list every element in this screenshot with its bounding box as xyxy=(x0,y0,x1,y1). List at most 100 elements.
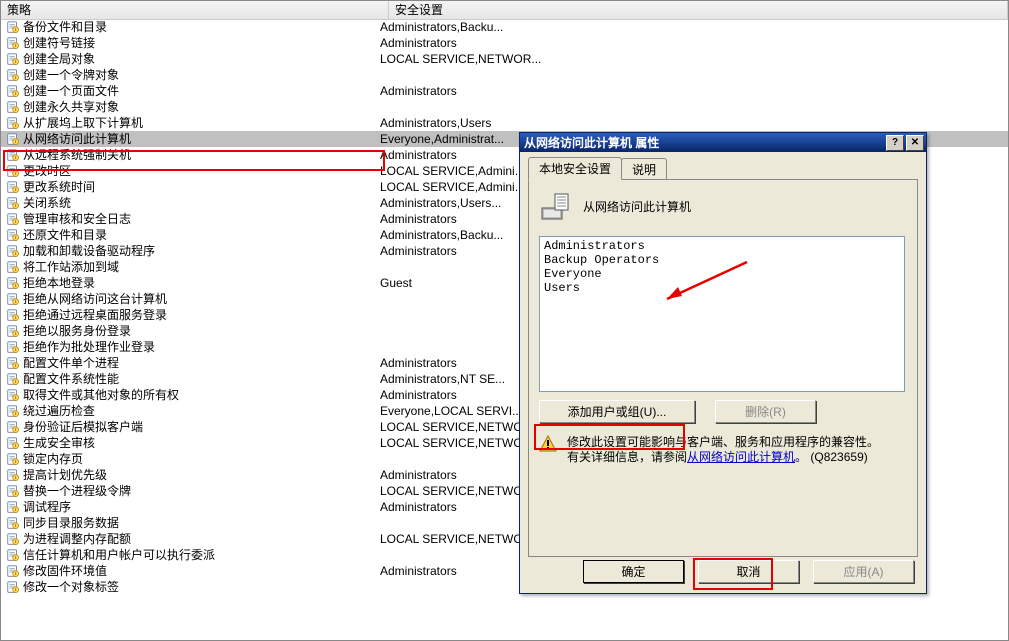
policy-cell: 更改时区 xyxy=(5,163,380,179)
policy-row[interactable]: 创建一个页面文件 Administrators xyxy=(1,83,1008,99)
policy-item-icon xyxy=(5,163,21,179)
add-user-group-button[interactable]: 添加用户或组(U)... xyxy=(539,400,695,423)
member-item[interactable]: Backup Operators xyxy=(544,253,900,267)
tab-local-security[interactable]: 本地安全设置 xyxy=(528,157,622,180)
policy-cell: 身份验证后模拟客户端 xyxy=(5,419,380,435)
policy-cell: 从远程系统强制关机 xyxy=(5,147,380,163)
header-policy[interactable]: 策略 xyxy=(1,1,389,19)
policy-item-icon xyxy=(5,227,21,243)
tab-explain[interactable]: 说明 xyxy=(621,158,667,180)
policy-item-icon xyxy=(5,467,21,483)
policy-cell: 创建永久共享对象 xyxy=(5,99,380,115)
policy-name: 调试程序 xyxy=(23,499,71,515)
policy-name: 拒绝通过远程桌面服务登录 xyxy=(23,307,167,323)
policy-name: 修改一个对象标签 xyxy=(23,579,119,595)
member-item[interactable]: Everyone xyxy=(544,267,900,281)
policy-cell: 为进程调整内存配额 xyxy=(5,531,380,547)
policy-cell: 创建一个令牌对象 xyxy=(5,67,380,83)
policy-cell: 拒绝以服务身份登录 xyxy=(5,323,380,339)
policy-item-icon xyxy=(5,275,21,291)
policy-item-icon xyxy=(5,131,21,147)
dialog-body: 本地安全设置 说明 从网络访问此计算机 Admin xyxy=(520,152,926,593)
member-buttons: 添加用户或组(U)... 删除(R) xyxy=(539,400,907,423)
ok-button[interactable]: 确定 xyxy=(583,560,684,583)
policy-name: 管理审核和安全日志 xyxy=(23,211,131,227)
policy-name: 关闭系统 xyxy=(23,195,71,211)
policy-cell: 调试程序 xyxy=(5,499,380,515)
compat-warning: 修改此设置可能影响与客户端、服务和应用程序的兼容性。 有关详细信息，请参阅从网络… xyxy=(539,435,907,465)
policy-item-icon xyxy=(5,371,21,387)
policy-name: 创建一个页面文件 xyxy=(23,83,119,99)
policy-item-icon xyxy=(5,67,21,83)
policy-cell: 创建全局对象 xyxy=(5,51,380,67)
policy-item-icon xyxy=(5,307,21,323)
security-cell: Administrators,Users xyxy=(380,115,1008,131)
warning-link[interactable]: 从网络访问此计算机 xyxy=(687,450,795,464)
dialog-title: 从网络访问此计算机 属性 xyxy=(524,134,884,151)
policy-row[interactable]: 创建一个令牌对象 xyxy=(1,67,1008,83)
policy-cell: 生成安全审核 xyxy=(5,435,380,451)
policy-name: 加载和卸载设备驱动程序 xyxy=(23,243,155,259)
policy-item-icon xyxy=(5,355,21,371)
policy-cell: 拒绝作为批处理作业登录 xyxy=(5,339,380,355)
policy-item-icon xyxy=(5,499,21,515)
policy-item-icon xyxy=(5,323,21,339)
policy-cell: 配置文件系统性能 xyxy=(5,371,380,387)
policy-name: 锁定内存页 xyxy=(23,451,83,467)
policy-item-icon xyxy=(5,435,21,451)
security-cell: Administrators xyxy=(380,83,1008,99)
policy-cell: 创建一个页面文件 xyxy=(5,83,380,99)
policy-name: 取得文件或其他对象的所有权 xyxy=(23,387,179,403)
policy-item-icon xyxy=(5,35,21,51)
policy-row[interactable]: 从扩展坞上取下计算机Administrators,Users xyxy=(1,115,1008,131)
policy-cell: 取得文件或其他对象的所有权 xyxy=(5,387,380,403)
member-item[interactable]: Users xyxy=(544,281,900,295)
policy-item-icon xyxy=(5,51,21,67)
close-button[interactable]: ✕ xyxy=(906,135,924,151)
policy-cell: 提高计划优先级 xyxy=(5,467,380,483)
policy-cell: 备份文件和目录 xyxy=(5,19,380,35)
policy-name: 拒绝以服务身份登录 xyxy=(23,323,131,339)
help-button[interactable]: ? xyxy=(886,135,904,151)
policy-name: 从网络访问此计算机 xyxy=(23,131,131,147)
policy-cell: 拒绝从网络访问这台计算机 xyxy=(5,291,380,307)
policy-name: 创建符号链接 xyxy=(23,35,95,51)
policy-name: 身份验证后模拟客户端 xyxy=(23,419,143,435)
policy-cell: 创建符号链接 xyxy=(5,35,380,51)
remove-button[interactable]: 删除(R) xyxy=(715,400,816,423)
tab-panel: 从网络访问此计算机 AdministratorsBackup Operators… xyxy=(528,179,918,557)
policy-item-icon xyxy=(5,99,21,115)
apply-button[interactable]: 应用(A) xyxy=(813,560,914,583)
policy-cell: 拒绝通过远程桌面服务登录 xyxy=(5,307,380,323)
cancel-button[interactable]: 取消 xyxy=(698,560,799,583)
policy-name: 提高计划优先级 xyxy=(23,467,107,483)
policy-item-icon xyxy=(5,339,21,355)
policy-row[interactable]: 创建全局对象 LOCAL SERVICE,NETWOR... xyxy=(1,51,1008,67)
policy-name: 创建全局对象 xyxy=(23,51,95,67)
policy-name: 更改系统时间 xyxy=(23,179,95,195)
warning-text: 修改此设置可能影响与客户端、服务和应用程序的兼容性。 有关详细信息，请参阅从网络… xyxy=(567,435,879,465)
policy-name: 为进程调整内存配额 xyxy=(23,531,131,547)
policy-name: 拒绝作为批处理作业登录 xyxy=(23,339,155,355)
properties-dialog: 从网络访问此计算机 属性 ? ✕ 本地安全设置 说明 xyxy=(519,132,927,594)
policy-item-icon xyxy=(5,451,21,467)
member-item[interactable]: Administrators xyxy=(544,239,900,253)
policy-item-icon xyxy=(5,83,21,99)
policy-cell: 锁定内存页 xyxy=(5,451,380,467)
policy-item-icon xyxy=(5,243,21,259)
policy-item-icon xyxy=(5,211,21,227)
policy-item-icon xyxy=(5,563,21,579)
dialog-titlebar[interactable]: 从网络访问此计算机 属性 ? ✕ xyxy=(520,133,926,152)
policy-row[interactable]: 创建符号链接 Administrators xyxy=(1,35,1008,51)
security-cell: LOCAL SERVICE,NETWOR... xyxy=(380,51,1008,67)
members-listbox[interactable]: AdministratorsBackup OperatorsEveryoneUs… xyxy=(539,236,905,392)
tabs: 本地安全设置 说明 xyxy=(528,158,918,179)
security-cell: Administrators xyxy=(380,35,1008,51)
policy-row[interactable]: 备份文件和目录Administrators,Backu... xyxy=(1,19,1008,35)
list-header: 策略 安全设置 xyxy=(1,1,1008,20)
policy-row[interactable]: 创建永久共享对象 xyxy=(1,99,1008,115)
policy-item-icon xyxy=(5,195,21,211)
header-security[interactable]: 安全设置 xyxy=(389,1,1008,19)
policy-cell: 从网络访问此计算机 xyxy=(5,131,380,147)
policy-item-icon xyxy=(5,147,21,163)
